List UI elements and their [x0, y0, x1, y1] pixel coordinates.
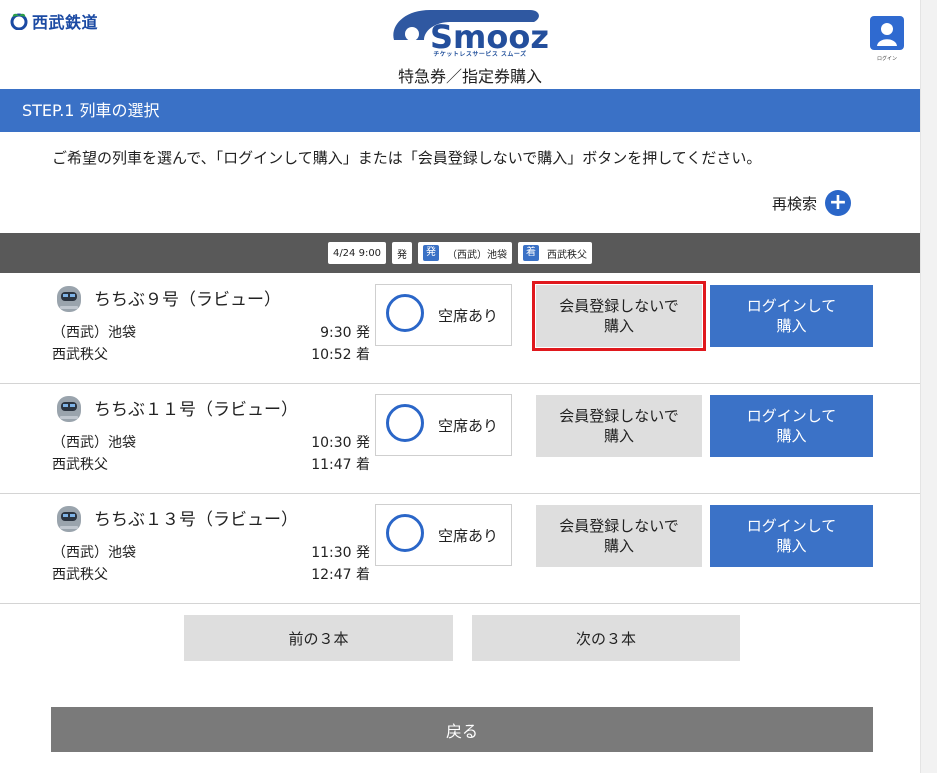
departure-station: （西武）池袋 — [52, 435, 136, 451]
seat-availability: 空席あり — [375, 284, 512, 346]
user-icon — [877, 23, 897, 46]
train-name: ちちぶ１３号（ラビュー） — [94, 510, 298, 530]
departure-time: 10:30 発 — [311, 435, 370, 451]
arrival-station: 西武秩父 — [547, 249, 588, 261]
seibu-logo-icon — [10, 13, 28, 30]
train-icon — [57, 506, 81, 532]
departure-station: （西武）池袋 — [52, 545, 136, 561]
brand-logo[interactable]: 西武鉄道 — [10, 9, 98, 33]
page-title: 特急券／指定券購入 — [397, 67, 542, 86]
search-condition-bar: 4/24 9:00 発 発 （西武）池袋 着 西武秩父 — [0, 233, 920, 273]
train-row: ちちぶ１３号（ラビュー） （西武）池袋 11:30 発 西武秩父 12:47 着… — [0, 494, 920, 604]
next-trains-button[interactable]: 次の３本 — [472, 615, 740, 661]
scrollbar[interactable] — [920, 0, 937, 773]
train-icon — [57, 286, 81, 312]
instruction-text: ご希望の列車を選んで、「ログインして購入」または「会員登録しないで購入」ボタンを… — [52, 149, 762, 167]
condition-departure: 発 （西武）池袋 — [418, 242, 513, 264]
departure-tag: 発 — [423, 245, 440, 261]
condition-dep-label: 発 — [392, 242, 413, 264]
train-name: ちちぶ１１号（ラビュー） — [94, 400, 298, 420]
availability-label: 空席あり — [438, 527, 499, 545]
arrival-time: 10:52 着 — [311, 347, 370, 363]
condition-datetime: 4/24 9:00 — [327, 242, 387, 264]
arrival-station: 西武秩父 — [52, 347, 108, 363]
research-button[interactable]: 再検索 + — [772, 190, 852, 216]
train-icon — [57, 396, 81, 422]
circle-available-icon — [386, 514, 424, 552]
availability-label: 空席あり — [438, 307, 499, 325]
prev-trains-button[interactable]: 前の３本 — [184, 615, 453, 661]
login-button[interactable] — [870, 16, 904, 50]
logo-subtitle: チケットレスサービス スムーズ — [433, 51, 527, 58]
brand-name: 西武鉄道 — [32, 13, 99, 32]
seat-availability: 空席あり — [375, 394, 512, 456]
arrival-station: 西武秩父 — [52, 457, 108, 473]
login-purchase-button[interactable]: ログインして 購入 — [710, 505, 873, 567]
arrival-station: 西武秩父 — [52, 567, 108, 583]
guest-purchase-button[interactable]: 会員登録しないで 購入 — [532, 281, 706, 351]
guest-purchase-button[interactable]: 会員登録しないで 購入 — [536, 395, 702, 457]
departure-time: 9:30 発 — [320, 325, 370, 341]
login-purchase-button[interactable]: ログインして 購入 — [710, 395, 873, 457]
arrival-time: 12:47 着 — [311, 567, 370, 583]
plus-circle-icon: + — [825, 190, 852, 216]
train-name: ちちぶ９号（ラビュー） — [94, 290, 281, 310]
departure-station: （西武）池袋 — [52, 325, 136, 341]
back-button[interactable]: 戻る — [51, 707, 873, 752]
circle-available-icon — [386, 404, 424, 442]
train-row: ちちぶ１１号（ラビュー） （西武）池袋 10:30 発 西武秩父 11:47 着… — [0, 384, 920, 494]
departure-station: （西武）池袋 — [447, 249, 508, 261]
guest-purchase-button[interactable]: 会員登録しないで 購入 — [536, 505, 702, 567]
step-title: STEP.1 列車の選択 — [0, 89, 920, 132]
arrival-time: 11:47 着 — [311, 457, 370, 473]
train-row: ちちぶ９号（ラビュー） （西武）池袋 9:30 発 西武秩父 10:52 着 空… — [0, 274, 920, 384]
departure-time: 11:30 発 — [311, 545, 370, 561]
circle-available-icon — [386, 294, 424, 332]
login-purchase-button[interactable]: ログインして 購入 — [710, 285, 873, 347]
condition-arrival: 着 西武秩父 — [518, 242, 593, 264]
seat-availability: 空席あり — [375, 504, 512, 566]
arrival-tag: 着 — [523, 245, 540, 261]
research-label: 再検索 — [772, 194, 818, 213]
login-caption: ログイン — [876, 56, 897, 62]
availability-label: 空席あり — [438, 417, 499, 435]
